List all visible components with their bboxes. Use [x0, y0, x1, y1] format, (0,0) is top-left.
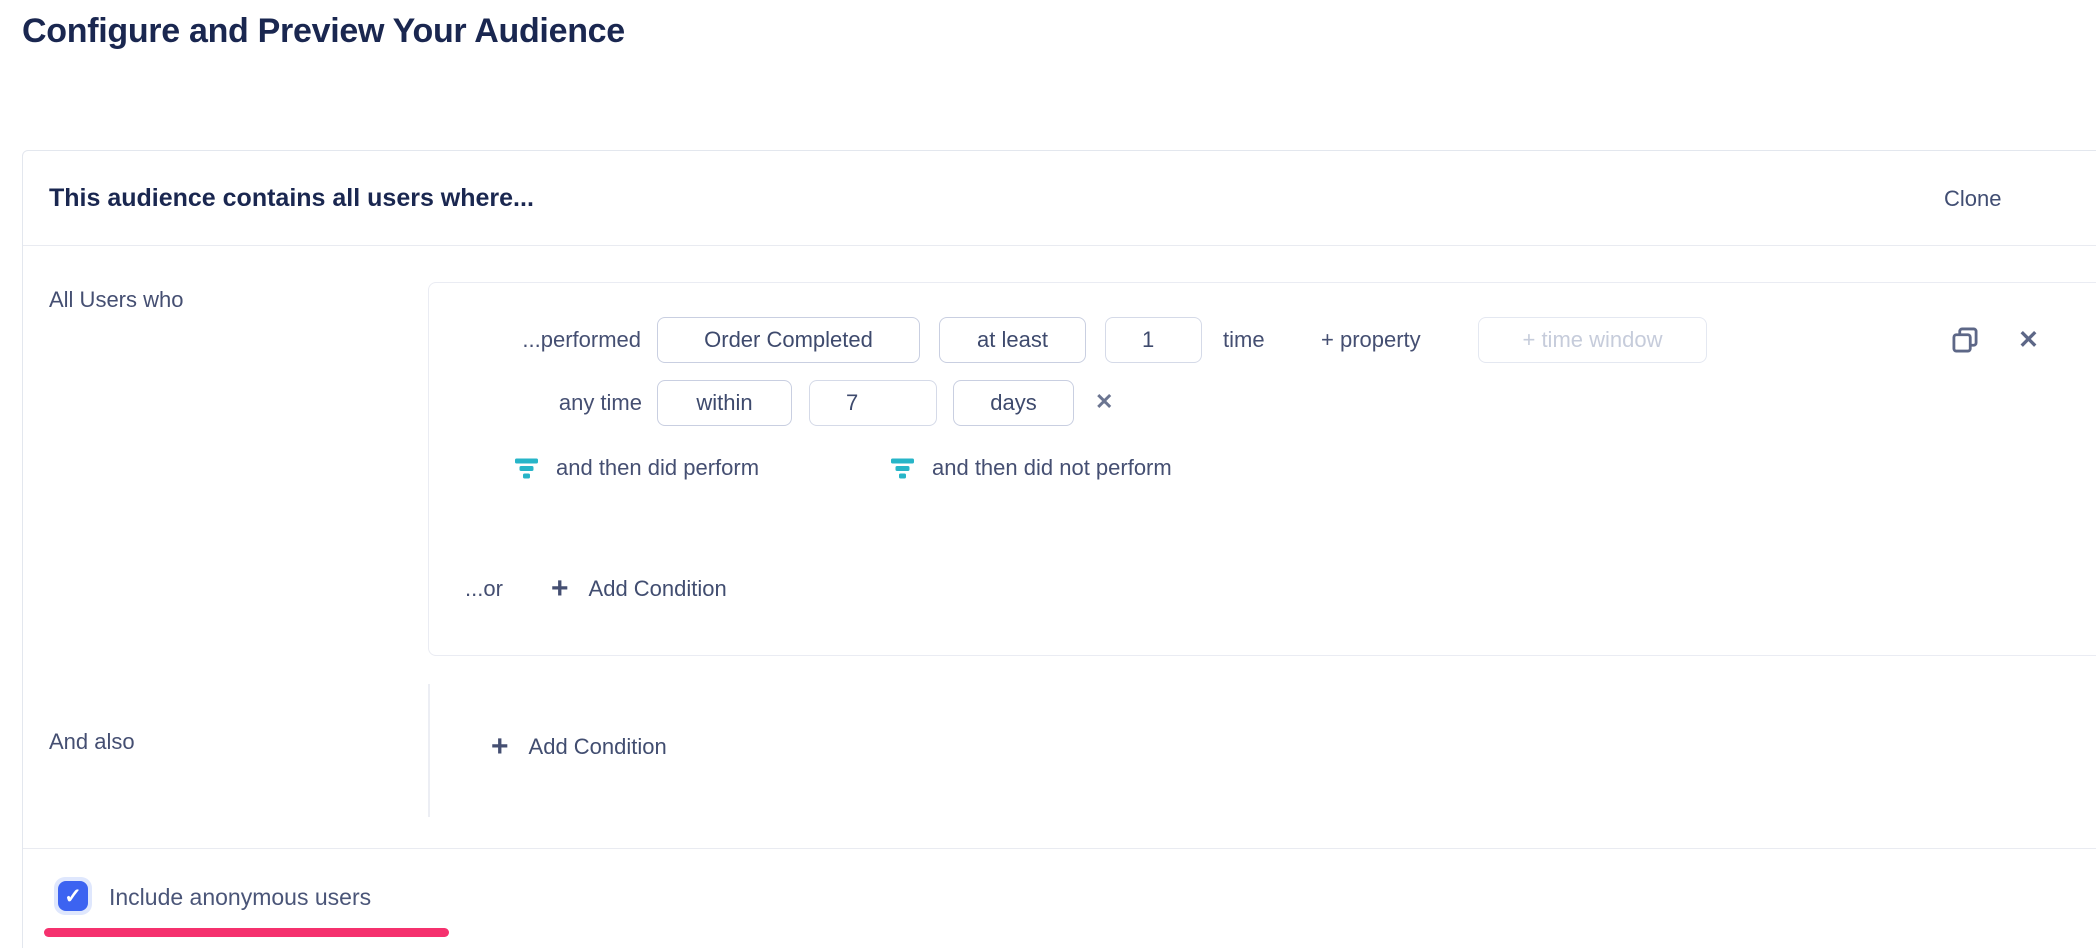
sequence-link-label: and then did not perform: [932, 455, 1172, 481]
close-icon: ✕: [1095, 389, 1113, 414]
time-unit-select-button[interactable]: days: [953, 380, 1074, 426]
funnel-icon: [514, 458, 539, 479]
or-label: ...or: [465, 576, 503, 602]
duplicate-condition-button[interactable]: [1951, 326, 1979, 356]
condition-panel: ...performed Order Completed at least ti…: [428, 282, 2096, 656]
audience-card: This audience contains all users where..…: [22, 150, 2096, 948]
page-title: Configure and Preview Your Audience: [22, 12, 625, 51]
clone-button[interactable]: Clone: [1944, 151, 2001, 246]
close-icon: ✕: [2018, 326, 2039, 354]
plus-icon: +: [491, 732, 509, 762]
time-window-button[interactable]: + time window: [1478, 317, 1707, 363]
funnel-icon: [890, 458, 915, 479]
audience-builder-page: Configure and Preview Your Audience This…: [0, 0, 2096, 948]
and-then-did-perform-link[interactable]: and then did perform: [514, 455, 759, 481]
operator-select-button[interactable]: at least: [939, 317, 1086, 363]
performed-label: ...performed: [429, 327, 641, 353]
add-condition-label: Add Condition: [529, 734, 667, 760]
add-condition-label: Add Condition: [589, 576, 727, 602]
check-icon: ✓: [64, 884, 82, 909]
include-anonymous-label: Include anonymous users: [109, 884, 371, 911]
plus-icon: +: [551, 574, 569, 604]
remove-condition-button[interactable]: ✕: [2018, 328, 2039, 353]
event-select-button[interactable]: Order Completed: [657, 317, 920, 363]
sequence-link-label: and then did perform: [556, 455, 759, 481]
remove-time-window-button[interactable]: ✕: [1095, 391, 1113, 413]
duplicate-icon: [1951, 342, 1979, 357]
add-condition-button[interactable]: + Add Condition: [551, 571, 727, 607]
add-property-button[interactable]: + property: [1321, 327, 1421, 353]
checkbox-checked-box: ✓: [58, 881, 88, 911]
time-window-value-input[interactable]: [809, 380, 937, 426]
and-also-label: And also: [49, 729, 135, 755]
within-select-button[interactable]: within: [657, 380, 792, 426]
pink-underline-annotation: [44, 928, 449, 937]
and-also-add-condition-button[interactable]: + Add Condition: [491, 729, 667, 765]
any-time-label: any time: [429, 390, 642, 416]
event-count-input[interactable]: [1105, 317, 1202, 363]
card-header-title: This audience contains all users where..…: [49, 151, 534, 246]
include-anonymous-checkbox[interactable]: ✓: [54, 877, 92, 915]
section-divider: [23, 848, 2096, 849]
and-then-did-not-perform-link[interactable]: and then did not perform: [890, 455, 1172, 481]
and-also-divider: [428, 684, 430, 817]
all-users-who-label: All Users who: [49, 287, 183, 313]
time-label: time: [1223, 327, 1265, 353]
card-header: This audience contains all users where..…: [23, 151, 2096, 246]
